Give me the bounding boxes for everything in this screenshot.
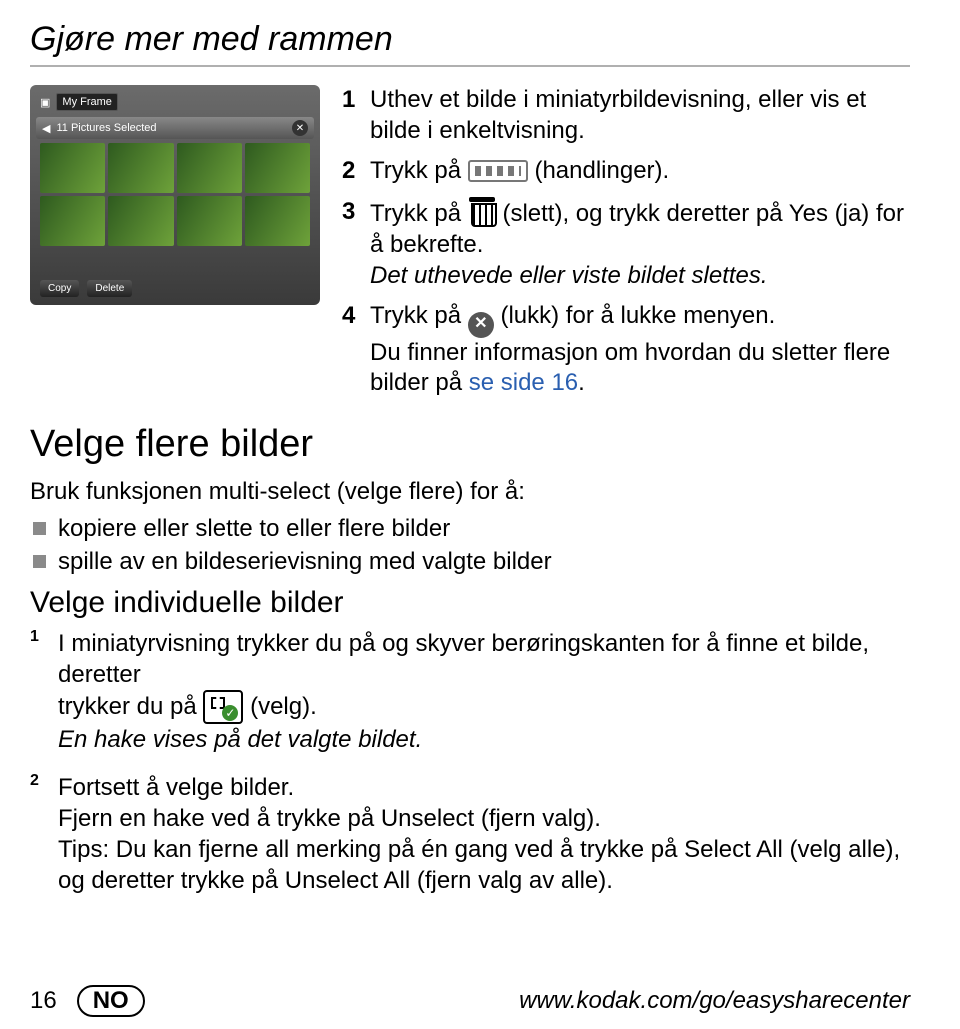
step-number: 4 xyxy=(342,301,360,399)
list-item: spille av en bildeserievisning med valgt… xyxy=(30,546,910,578)
thumbnail xyxy=(177,196,242,246)
screenshot-toolbar: Copy Delete xyxy=(40,280,132,297)
text: Tips: Du kan fjerne all merking på én ga… xyxy=(58,836,900,894)
section-heading: Velge flere bilder xyxy=(30,423,910,466)
top-row: ▣ My Frame ◀ 11 Pictures Selected ✕ Copy… xyxy=(30,85,910,409)
page-link[interactable]: se side 16 xyxy=(469,369,578,396)
subsection-heading: Velge individuelle bilder xyxy=(30,586,910,620)
text: trykker du på xyxy=(58,693,203,720)
list-item: kopiere eller slette to eller flere bild… xyxy=(30,513,910,545)
page-number: 16 xyxy=(30,987,57,1015)
text: (handlinger). xyxy=(534,157,669,184)
screenshot-header: ▣ My Frame xyxy=(36,91,314,117)
thumbnail xyxy=(40,196,105,246)
text: Trykk på xyxy=(370,200,468,227)
title-rule xyxy=(30,65,910,67)
step-2: 2 Trykk på (handlinger). xyxy=(342,156,910,187)
thumbnail xyxy=(177,143,242,193)
page-title: Gjøre mer med rammen xyxy=(30,20,910,59)
text: Trykk på xyxy=(370,302,468,329)
step-number: 2 xyxy=(342,156,360,187)
result-text: En hake vises på det valgte bildet. xyxy=(58,726,422,753)
screenshot-statusbar: ◀ 11 Pictures Selected ✕ xyxy=(36,117,314,139)
step-select-2: 2 Fortsett å velge bilder. Fjern en hake… xyxy=(30,772,910,903)
text: (lukk) for å lukke menyen. xyxy=(500,302,775,329)
step-text: Trykk på ✕ (lukk) for å lukke menyen. Du… xyxy=(370,301,910,399)
text: (velg). xyxy=(250,693,317,720)
thumbnail xyxy=(108,196,173,246)
frame-label: My Frame xyxy=(56,93,118,111)
step-select-1: 1 I miniatyrvisning trykker du på og sky… xyxy=(30,628,910,762)
thumbnail xyxy=(245,196,310,246)
result-text: Det uthevede eller viste bildet slettes. xyxy=(370,262,768,289)
frame-icon: ▣ xyxy=(40,96,50,109)
steps-block: 1 Uthev et bilde i miniatyrbildevisning,… xyxy=(342,85,910,409)
text: I miniatyrvisning trykker du på og skyve… xyxy=(58,630,869,688)
step-number: 2 xyxy=(30,772,48,903)
selected-count: 11 Pictures Selected xyxy=(56,122,156,134)
actions-icon xyxy=(468,160,528,182)
bullet-list: kopiere eller slette to eller flere bild… xyxy=(30,513,910,578)
trash-icon xyxy=(468,197,496,227)
intro-text: Bruk funksjonen multi-select (velge fler… xyxy=(30,476,910,507)
thumbnail xyxy=(245,143,310,193)
footer-url: www.kodak.com/go/easysharecenter xyxy=(519,987,910,1015)
step-text: Fortsett å velge bilder. Fjern en hake v… xyxy=(58,772,910,897)
step-text: Uthev et bilde i miniatyrbildevisning, e… xyxy=(370,85,910,146)
device-screenshot: ▣ My Frame ◀ 11 Pictures Selected ✕ Copy… xyxy=(30,85,320,305)
delete-button: Delete xyxy=(87,280,132,297)
thumbnail-grid xyxy=(36,139,314,250)
back-icon: ◀ xyxy=(42,122,50,135)
text: Trykk på xyxy=(370,157,468,184)
step-text: Trykk på (slett), og trykk deretter på Y… xyxy=(370,197,910,291)
step-number: 1 xyxy=(30,628,48,762)
thumbnail xyxy=(108,143,173,193)
step-4: 4 Trykk på ✕ (lukk) for å lukke menyen. … xyxy=(342,301,910,399)
text: Fjern en hake ved å trykke på Unselect (… xyxy=(58,805,601,832)
close-icon: ✕ xyxy=(292,120,308,136)
thumbnail xyxy=(40,143,105,193)
text: . xyxy=(578,369,585,396)
text: Fortsett å velge bilder. xyxy=(58,774,294,801)
step-1: 1 Uthev et bilde i miniatyrbildevisning,… xyxy=(342,85,910,146)
step-number: 1 xyxy=(342,85,360,146)
step-text: I miniatyrvisning trykker du på og skyve… xyxy=(58,628,910,756)
close-icon: ✕ xyxy=(468,312,494,338)
step-number: 3 xyxy=(342,197,360,291)
step-3: 3 Trykk på (slett), og trykk deretter på… xyxy=(342,197,910,291)
step-text: Trykk på (handlinger). xyxy=(370,156,910,187)
language-badge: NO xyxy=(77,985,145,1017)
text: Du finner informasjon om hvordan du slet… xyxy=(370,339,890,397)
copy-button: Copy xyxy=(40,280,79,297)
select-icon xyxy=(203,690,243,724)
footer: 16 NO www.kodak.com/go/easysharecenter xyxy=(30,985,910,1017)
